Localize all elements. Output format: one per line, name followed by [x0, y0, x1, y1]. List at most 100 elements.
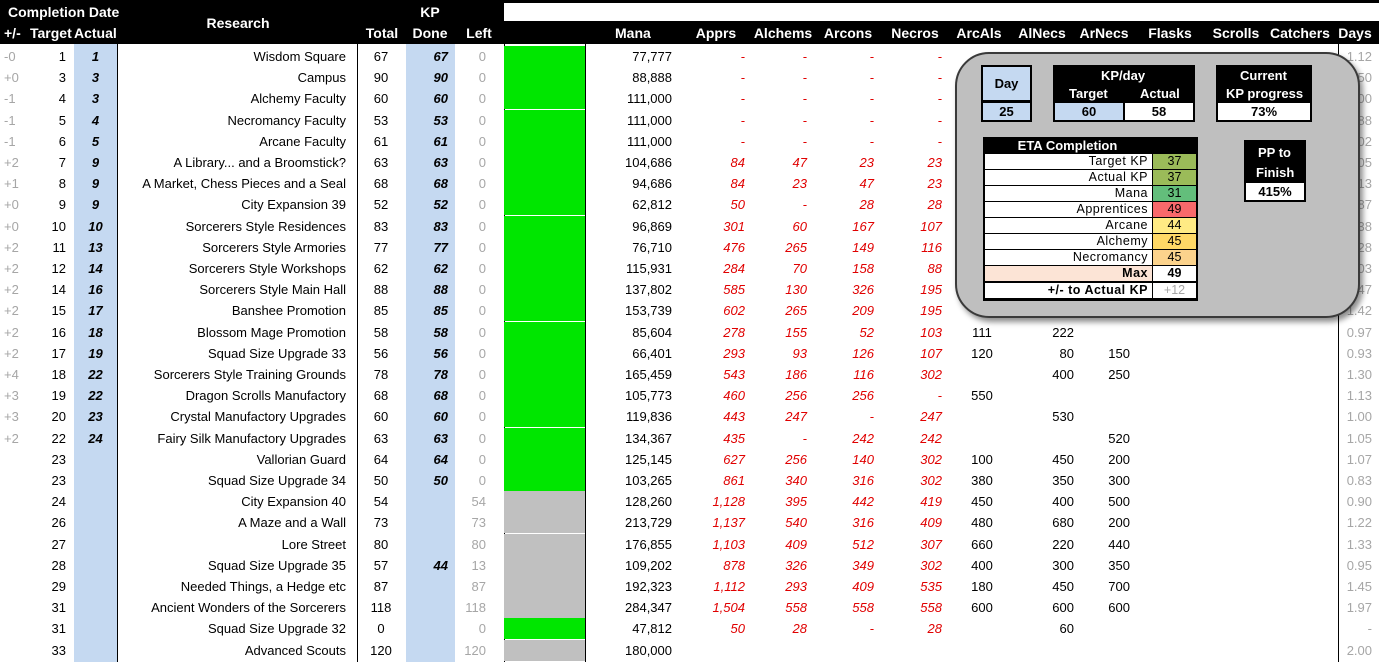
cell-actual: 10 — [88, 219, 103, 234]
cell-necros: 107 — [920, 219, 942, 234]
cell-days: 0.90 — [1346, 494, 1372, 509]
eta-max-label: Max — [985, 266, 1152, 281]
table-row[interactable]: 24 City Expansion 40 54 54 128,260 1,128 395 44… — [0, 491, 1379, 512]
cell-necros: 23 — [927, 176, 942, 191]
cell-total: 56 — [373, 346, 389, 361]
cell-pm: -0 — [4, 49, 16, 64]
cell-apprs: - — [740, 70, 745, 85]
cell-research: A Maze and a Wall — [238, 515, 346, 530]
eta-label: Apprentices — [985, 202, 1152, 217]
cell-target: 27 — [51, 537, 66, 552]
cell-total: 120 — [370, 643, 392, 658]
cell-alchems: - — [802, 134, 807, 149]
table-row[interactable]: 29 Needed Things, a Hedge etc 87 87 192,323 1… — [0, 576, 1379, 597]
table-row[interactable]: 27 Lore Street 80 80 176,855 1,103 409 512 307 66… — [0, 534, 1379, 555]
cell-arcals: 480 — [971, 515, 993, 530]
eta-value: 45 — [1153, 234, 1196, 249]
cell-arcons: 558 — [852, 600, 874, 615]
table-row[interactable]: 31 Squad Size Upgrade 32 0 0 47,812 50 28 - 28 60… — [0, 618, 1379, 639]
cell-alchems: - — [802, 91, 807, 106]
table-row[interactable]: +2 16 18 Blossom Mage Promotion 58 58 0 85,604 2… — [0, 322, 1379, 343]
eta-label: Target KP — [985, 154, 1152, 169]
cell-alchems: 265 — [785, 303, 807, 318]
cell-apprs: 476 — [723, 240, 745, 255]
header-left: Left — [466, 25, 492, 41]
table-row[interactable]: +3 20 23 Crystal Manufactory Upgrades 60 60 0 1… — [0, 406, 1379, 427]
cell-left: 0 — [478, 261, 486, 276]
cell-mana: 111,000 — [626, 134, 672, 149]
cell-actual: 9 — [91, 155, 100, 170]
cell-total: 80 — [373, 537, 389, 552]
cell-arcons: 52 — [859, 325, 874, 340]
cell-actual: 9 — [91, 176, 100, 191]
cell-arcons: 256 — [852, 388, 874, 403]
table-row[interactable]: 23 Vallorian Guard 64 64 0 125,145 627 256 140 30… — [0, 449, 1379, 470]
cell-apprs: 284 — [723, 261, 745, 276]
cell-necros: 242 — [920, 431, 942, 446]
cell-arcons: - — [869, 91, 874, 106]
cell-left: 0 — [478, 431, 486, 446]
cell-arnecs: 250 — [1108, 367, 1130, 382]
cell-pm: -1 — [4, 91, 16, 106]
cell-pm: +2 — [4, 240, 19, 255]
table-row[interactable]: 26 A Maze and a Wall 73 73 213,729 1,137 540 31… — [0, 512, 1379, 533]
cell-necros: - — [937, 91, 942, 106]
cell-arcals: 550 — [971, 388, 993, 403]
cell-actual: 9 — [91, 197, 100, 212]
cell-done: 90 — [433, 70, 448, 85]
cell-left: 0 — [478, 113, 486, 128]
table-row[interactable]: 33 Advanced Scouts 120 120 180,000 2.00 — [0, 640, 1379, 661]
cell-alchems: 256 — [785, 452, 807, 467]
cell-alchems: 409 — [785, 537, 807, 552]
cell-total: 57 — [373, 558, 389, 573]
cell-apprs: 543 — [723, 367, 745, 382]
cell-arnecs: 200 — [1108, 452, 1130, 467]
table-row[interactable]: +2 22 24 Fairy Silk Manufactory Upgrades 63 6… — [0, 428, 1379, 449]
cell-total: 60 — [373, 409, 389, 424]
pp-label-2: Finish — [1256, 165, 1295, 180]
eta-label: Alchemy — [985, 234, 1152, 249]
table-row[interactable]: +2 17 19 Squad Size Upgrade 33 56 56 0 66,401 29… — [0, 343, 1379, 364]
cell-days: 1.00 — [1346, 409, 1372, 424]
header-done: Done — [412, 25, 448, 41]
cell-apprs: 627 — [723, 452, 745, 467]
cell-research: Blossom Mage Promotion — [197, 325, 346, 340]
table-row[interactable]: +3 19 22 Dragon Scrolls Manufactory 68 68 0 105… — [0, 385, 1379, 406]
cell-research: Dragon Scrolls Manufactory — [185, 388, 346, 403]
cell-alchems: 558 — [785, 600, 807, 615]
cell-left: 0 — [478, 388, 486, 403]
cell-research: Sorcerers Style Main Hall — [199, 282, 346, 297]
cell-apprs: - — [740, 134, 745, 149]
cell-pm: +2 — [4, 155, 19, 170]
cell-research: City Expansion 40 — [241, 494, 346, 509]
table-row[interactable]: 31 Ancient Wonders of the Sorcerers 118 118… — [0, 597, 1379, 618]
cell-apprs: - — [740, 113, 745, 128]
cell-arcons: 126 — [852, 346, 874, 361]
cell-arcons: - — [869, 409, 874, 424]
cell-actual: 13 — [88, 240, 103, 255]
cell-apprs: 1,128 — [712, 494, 745, 509]
cell-total: 83 — [373, 219, 389, 234]
cell-pm: +0 — [4, 219, 19, 234]
cell-left: 0 — [478, 70, 486, 85]
cell-done: 62 — [433, 261, 448, 276]
pp-finish-box: PP to Finish 415% — [1244, 140, 1306, 202]
cell-mana: 88,888 — [632, 70, 672, 85]
cell-left: 118 — [465, 600, 486, 615]
table-row[interactable]: 23 Squad Size Upgrade 34 50 50 0 103,265 861 34… — [0, 470, 1379, 491]
cell-apprs: - — [740, 49, 745, 64]
cell-done: 53 — [433, 113, 448, 128]
eta-title: ETA Completion — [1017, 138, 1118, 153]
eta-row: Apprentices 49 — [985, 202, 1196, 217]
cell-done: 58 — [433, 325, 448, 340]
table-row[interactable]: 28 Squad Size Upgrade 35 57 44 13 109,202 878 3… — [0, 555, 1379, 576]
cell-target: 28 — [51, 558, 66, 573]
cell-apprs: 50 — [730, 621, 745, 636]
pp-label-1: PP to — [1258, 145, 1291, 160]
table-row[interactable]: +4 18 22 Sorcerers Style Training Grounds 78… — [0, 364, 1379, 385]
current-kp-box: Current KP progress 73% — [1216, 65, 1312, 122]
cell-target: 17 — [51, 346, 66, 361]
cell-total: 68 — [373, 388, 389, 403]
eta-max-row: Max 49 — [985, 266, 1196, 281]
kpday-label: KP/day — [1101, 68, 1146, 83]
